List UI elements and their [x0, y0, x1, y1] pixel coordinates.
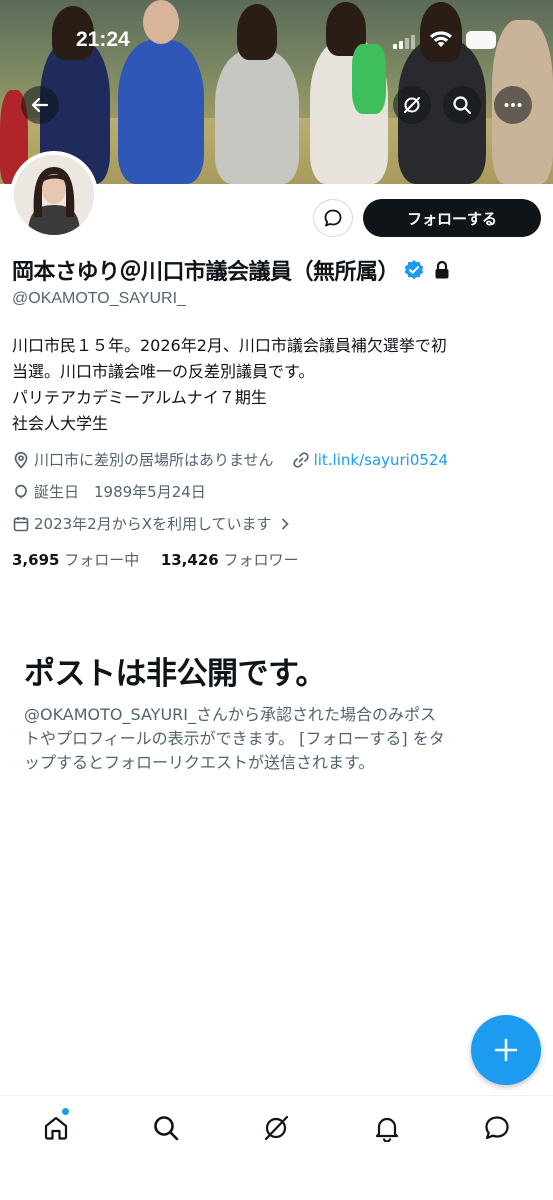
lock-icon	[435, 260, 449, 279]
private-desc-line: トやプロフィールの表示ができます。 [フォローする] をタ	[24, 729, 445, 748]
back-button[interactable]	[21, 86, 59, 124]
private-posts-title: ポストは非公開です。	[24, 656, 326, 692]
profile-avatar[interactable]	[10, 151, 98, 239]
profile-handle: @OKAMOTO_SAYURI_	[12, 290, 186, 307]
calendar-icon	[13, 516, 29, 531]
private-desc-line: ップするとフォローリクエストが送信されます。	[24, 753, 375, 772]
profile-location: 川口市に差別の居場所はありません	[34, 451, 274, 469]
following-count: 3,695	[12, 551, 60, 569]
bottom-navigation	[0, 1095, 553, 1200]
cellular-signal-icon	[393, 35, 415, 49]
avatar-portrait	[14, 155, 94, 235]
messages-icon	[485, 1116, 509, 1140]
followers-label: フォロワー	[223, 551, 299, 569]
private-posts-description: @OKAMOTO_SAYURI_さんから承認された場合のみポス トやプロフィール…	[24, 703, 534, 775]
status-bar: 21:24	[0, 0, 553, 80]
bio-line: 当選。川口市議会唯一の反差別議員です。	[12, 362, 315, 381]
follow-counts: 3,695 フォロー中 13,426 フォロワー	[12, 549, 299, 570]
bio-line: パリテアカデミーアルムナイ７期生	[12, 388, 267, 407]
verified-badge-icon	[404, 260, 424, 280]
profile-name-row: 岡本さゆり＠川口市議会議員（無所属）	[12, 255, 547, 285]
bio-line: 川口市民１５年。2026年2月、川口市議会議員補欠選挙で初	[12, 336, 447, 355]
bio-line: 社会人大学生	[12, 414, 109, 433]
chevron-right-icon	[281, 518, 289, 529]
link-icon	[292, 451, 309, 468]
follow-button[interactable]: フォローする	[363, 199, 541, 237]
profile-bio: 川口市民１５年。2026年2月、川口市議会議員補欠選挙で初 当選。川口市議会唯一…	[12, 333, 542, 437]
wifi-icon	[430, 31, 452, 47]
following-link[interactable]: 3,695 フォロー中	[12, 551, 139, 569]
profile-meta-row: 川口市に差別の居場所はありません lit.link/sayuri0524	[12, 449, 448, 470]
home-icon	[44, 1116, 68, 1140]
profile-meta-row: 誕生日 1989年5月24日	[12, 481, 206, 502]
home-notification-dot	[62, 1108, 69, 1115]
followers-link[interactable]: 13,426 フォロワー	[161, 551, 299, 569]
nav-home[interactable]	[38, 1110, 74, 1146]
more-button[interactable]	[494, 86, 532, 124]
compose-fab-button[interactable]	[471, 1015, 541, 1085]
status-time: 21:24	[76, 28, 130, 51]
grok-button[interactable]	[393, 86, 431, 124]
grok-icon	[404, 97, 420, 113]
more-icon	[504, 103, 522, 107]
message-icon	[324, 209, 342, 227]
location-icon	[14, 451, 28, 469]
private-desc-line: @OKAMOTO_SAYURI_さんから承認された場合のみポス	[24, 705, 436, 724]
profile-joined-date: 2023年2月からXを利用しています	[34, 515, 272, 533]
battery-icon	[466, 31, 496, 49]
notifications-icon	[375, 1117, 399, 1142]
profile-birthday: 誕生日 1989年5月24日	[34, 483, 206, 501]
nav-grok[interactable]	[258, 1110, 294, 1146]
grok-icon	[264, 1115, 289, 1141]
nav-notifications[interactable]	[369, 1110, 405, 1146]
back-arrow-icon	[31, 97, 49, 113]
profile-joined-row[interactable]: 2023年2月からXを利用しています	[12, 513, 296, 534]
message-button[interactable]	[313, 199, 353, 237]
plus-icon	[494, 1038, 518, 1062]
nav-search[interactable]	[148, 1110, 184, 1146]
search-icon	[453, 96, 472, 115]
followers-count: 13,426	[160, 551, 219, 569]
search-icon	[154, 1116, 179, 1141]
birthday-balloon-icon	[15, 484, 27, 498]
nav-messages[interactable]	[479, 1110, 515, 1146]
profile-name: 岡本さゆり＠川口市議会議員（無所属）	[12, 260, 400, 285]
profile-website-link[interactable]: lit.link/sayuri0524	[314, 451, 448, 469]
following-label: フォロー中	[64, 551, 140, 569]
search-button[interactable]	[443, 86, 481, 124]
